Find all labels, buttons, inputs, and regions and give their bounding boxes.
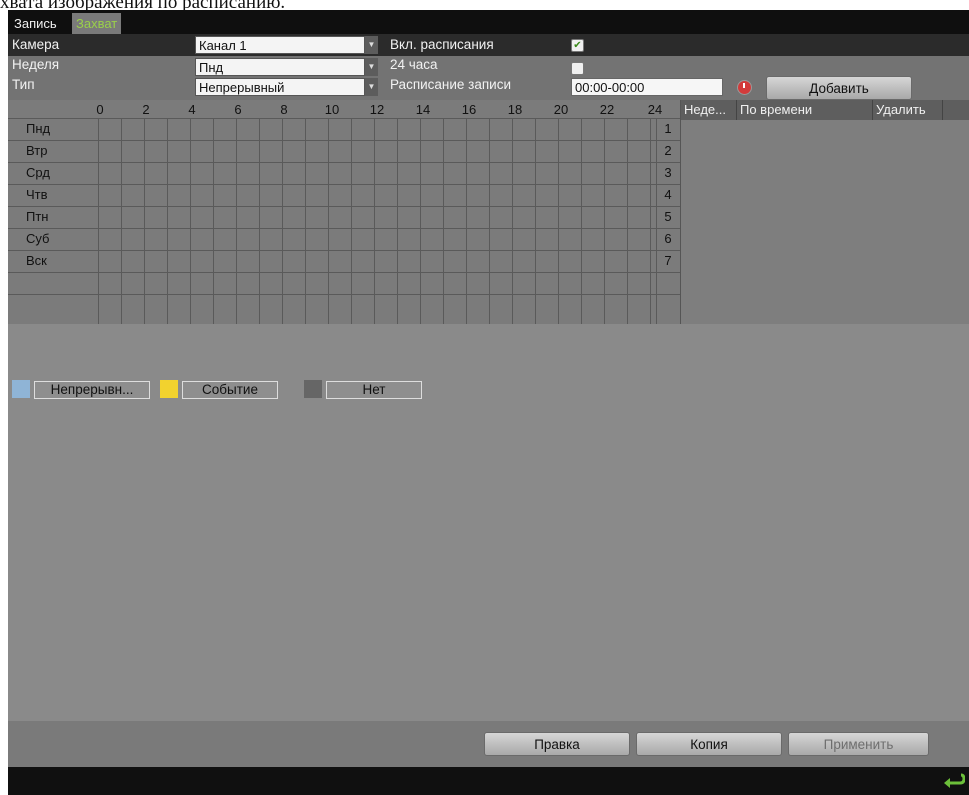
- legend-swatch: [12, 380, 30, 398]
- hour-label: 12: [369, 102, 385, 117]
- action-bar: Правка Копия Применить: [8, 721, 969, 767]
- day-name: Птн: [26, 209, 49, 224]
- hour-label: 24: [647, 102, 663, 117]
- day-number: 2: [664, 143, 672, 158]
- legend-label: Событие: [182, 381, 278, 399]
- day-row[interactable]: Пнд 1: [8, 118, 680, 140]
- day-number: 1: [664, 121, 672, 136]
- camera-select[interactable]: Канал 1 ▼: [195, 36, 378, 54]
- column-time[interactable]: По времени: [737, 100, 873, 120]
- hour-label: 2: [142, 102, 150, 117]
- day-number: 7: [664, 253, 672, 268]
- hour-label: 22: [599, 102, 615, 117]
- type-label: Тип: [12, 77, 35, 92]
- camera-select-value: Канал 1: [199, 38, 247, 53]
- camera-label: Камера: [12, 37, 60, 52]
- tab-bar: Запись Захват: [8, 10, 969, 34]
- day-name: Вск: [26, 253, 47, 268]
- day-row[interactable]: Чтв 4: [8, 184, 680, 206]
- day-row[interactable]: Срд 3: [8, 162, 680, 184]
- chevron-down-icon[interactable]: ▼: [365, 78, 378, 96]
- hour-label: 20: [553, 102, 569, 117]
- legend-label: Непрерывн...: [34, 381, 150, 399]
- schedule-enable-label: Вкл. расписания: [390, 37, 494, 52]
- camera-row: Камера Канал 1 ▼ Вкл. расписания ✔: [8, 34, 969, 56]
- schedule-list[interactable]: Неде... По времени Удалить: [680, 100, 969, 324]
- day-row[interactable]: Втр 2: [8, 140, 680, 162]
- week-label: Неделя: [12, 57, 60, 72]
- hour-label: 4: [188, 102, 196, 117]
- schedule-enable-checkbox[interactable]: ✔: [571, 39, 584, 52]
- column-delete[interactable]: Удалить: [873, 100, 943, 120]
- add-button[interactable]: Добавить: [766, 76, 912, 100]
- day-number: 5: [664, 209, 672, 224]
- record-schedule-input[interactable]: 00:00-00:00: [571, 78, 723, 96]
- back-icon[interactable]: [941, 773, 965, 789]
- day-number: 6: [664, 231, 672, 246]
- record-schedule-label: Расписание записи: [390, 77, 512, 92]
- day-name: Суб: [26, 231, 50, 246]
- record-schedule-value: 00:00-00:00: [575, 80, 645, 95]
- day-number: 3: [664, 165, 672, 180]
- filter-block: Неделя Пнд ▼ 24 часа Тип Непрерывный ▼ Р…: [8, 56, 969, 100]
- day-number: 4: [664, 187, 672, 202]
- all-day-checkbox[interactable]: [571, 62, 584, 75]
- edit-button[interactable]: Правка: [484, 732, 630, 756]
- week-select-value: Пнд: [199, 60, 224, 75]
- schedule-window: Запись Захват Камера Канал 1 ▼ Вкл. расп…: [8, 10, 969, 795]
- day-row[interactable]: Суб 6: [8, 228, 680, 250]
- day-row[interactable]: Птн 5: [8, 206, 680, 228]
- type-select-value: Непрерывный: [199, 80, 285, 95]
- day-row[interactable]: Вск 7: [8, 250, 680, 272]
- schedule-grid[interactable]: 0 2 4 6 8 10 12 14 16 18 20 22 24 Пнд 1 …: [8, 100, 680, 324]
- day-name: Втр: [26, 143, 48, 158]
- legend-label: Нет: [326, 381, 422, 399]
- hour-label: 0: [96, 102, 104, 117]
- day-name: Пнд: [26, 121, 51, 136]
- schedule-list-header: Неде... По времени Удалить: [681, 100, 969, 120]
- legend-swatch: [304, 380, 322, 398]
- hour-label: 16: [461, 102, 477, 117]
- copy-button[interactable]: Копия: [636, 732, 782, 756]
- apply-button[interactable]: Применить: [788, 732, 929, 756]
- day-name: Чтв: [26, 187, 48, 202]
- hour-label: 10: [324, 102, 340, 117]
- hour-label: 6: [234, 102, 242, 117]
- hour-label: 14: [415, 102, 431, 117]
- hour-axis: 0 2 4 6 8 10 12 14 16 18 20 22 24: [8, 100, 680, 118]
- tab-capture[interactable]: Захват: [72, 13, 122, 34]
- type-select[interactable]: Непрерывный ▼: [195, 78, 378, 96]
- footer-bar: [8, 767, 969, 795]
- hour-label: 8: [280, 102, 288, 117]
- chevron-down-icon[interactable]: ▼: [365, 36, 378, 54]
- column-week[interactable]: Неде...: [681, 100, 737, 120]
- chevron-down-icon[interactable]: ▼: [365, 58, 378, 76]
- legend-swatch: [160, 380, 178, 398]
- day-name: Срд: [26, 165, 50, 180]
- hour-label: 18: [507, 102, 523, 117]
- week-select[interactable]: Пнд ▼: [195, 58, 378, 76]
- clock-icon[interactable]: [737, 80, 752, 95]
- tab-record[interactable]: Запись: [10, 13, 61, 34]
- all-day-label: 24 часа: [390, 57, 438, 72]
